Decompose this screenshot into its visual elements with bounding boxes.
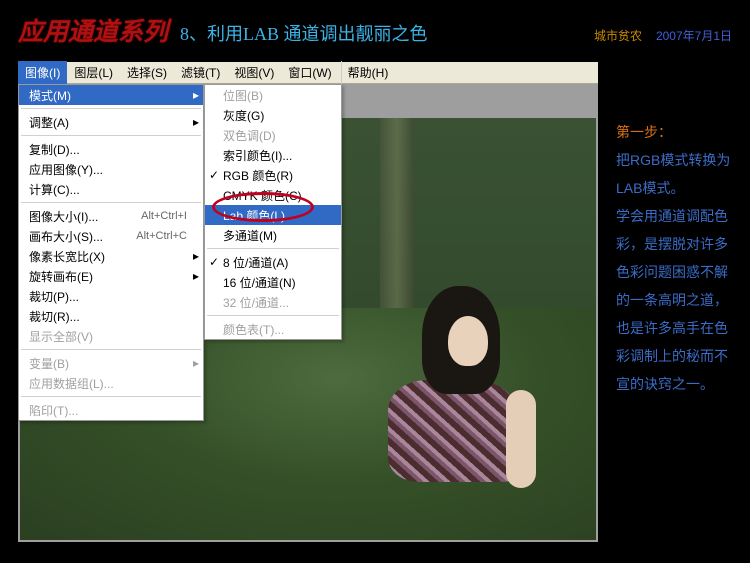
- menu-item[interactable]: 计算(C)...: [19, 179, 203, 199]
- date: 2007年7月1日: [656, 27, 732, 44]
- menu-image[interactable]: 图像(I): [18, 61, 67, 84]
- mode-item[interactable]: 16 位/通道(N): [205, 272, 341, 292]
- chevron-right-icon: ▸: [193, 356, 199, 370]
- step-label: 第一步：: [616, 118, 732, 146]
- lesson-title: 8、利用LAB 通道调出靓丽之色: [180, 20, 428, 46]
- chevron-right-icon: ▸: [193, 88, 199, 102]
- menu-item[interactable]: 旋转画布(E)▸: [19, 266, 203, 286]
- menu-item: 显示全部(V): [19, 326, 203, 346]
- menu-item[interactable]: 图像大小(I)...Alt+Ctrl+I: [19, 206, 203, 226]
- menu-layer[interactable]: 图层(L): [67, 61, 120, 84]
- mode-item: 颜色表(T)...: [205, 319, 341, 339]
- menu-view[interactable]: 视图(V): [227, 61, 281, 84]
- mode-item[interactable]: 索引颜色(I)...: [205, 145, 341, 165]
- menu-item[interactable]: 裁切(R)...: [19, 306, 203, 326]
- author: 城市贫农: [594, 27, 642, 44]
- mode-item[interactable]: Lab 颜色(L): [205, 205, 341, 225]
- menu-image-dropdown[interactable]: 模式(M)▸ 调整(A)▸ 复制(D)...应用图像(Y)...计算(C)... 图像…: [18, 84, 204, 421]
- menu-help[interactable]: 帮助(H): [341, 61, 396, 84]
- menu-item[interactable]: 复制(D)...: [19, 139, 203, 159]
- menu-item[interactable]: 画布大小(S)...Alt+Ctrl+C: [19, 226, 203, 246]
- check-icon: ✓: [209, 255, 219, 269]
- series-title: 应用通道系列: [18, 12, 168, 48]
- menu-mode-flyout[interactable]: 位图(B)灰度(G)双色调(D)索引颜色(I)...✓RGB 颜色(R)CMYK…: [204, 84, 342, 340]
- figure-arm: [506, 390, 536, 488]
- mode-item[interactable]: 灰度(G): [205, 105, 341, 125]
- mode-item[interactable]: 多通道(M): [205, 225, 341, 245]
- menu-item[interactable]: 像素长宽比(X)▸: [19, 246, 203, 266]
- mode-item: 32 位/通道...: [205, 292, 341, 312]
- page-header: 应用通道系列 8、利用LAB 通道调出靓丽之色 城市贫农 2007年7月1日: [0, 0, 750, 52]
- menu-window[interactable]: 窗口(W): [281, 61, 338, 84]
- menu-item[interactable]: 调整(A)▸: [19, 112, 203, 132]
- mode-item[interactable]: ✓8 位/通道(A): [205, 252, 341, 272]
- menu-item: 应用数据组(L)...: [19, 373, 203, 393]
- photoshop-window: 图像(I) 图层(L) 选择(S) 滤镜(T) 视图(V) 窗口(W) 帮助(H…: [18, 62, 598, 542]
- check-icon: ✓: [209, 168, 219, 182]
- mode-item[interactable]: CMYK 颜色(C): [205, 185, 341, 205]
- menu-item: 陷印(T)...: [19, 400, 203, 420]
- menu-item[interactable]: 应用图像(Y)...: [19, 159, 203, 179]
- mode-item: 双色调(D): [205, 125, 341, 145]
- chevron-right-icon: ▸: [193, 115, 199, 129]
- menubar[interactable]: 图像(I) 图层(L) 选择(S) 滤镜(T) 视图(V) 窗口(W) 帮助(H…: [18, 62, 598, 84]
- menu-select[interactable]: 选择(S): [120, 61, 174, 84]
- figure-body: [388, 380, 518, 482]
- caption-sidebar: 第一步： 把RGB模式转换为LAB模式。学会用通道调配色彩，是摆脱对许多色彩问题…: [616, 118, 732, 398]
- chevron-right-icon: ▸: [193, 249, 199, 263]
- menu-filter[interactable]: 滤镜(T): [174, 61, 227, 84]
- figure-face: [448, 316, 488, 366]
- menu-item[interactable]: 裁切(P)...: [19, 286, 203, 306]
- chevron-right-icon: ▸: [193, 269, 199, 283]
- figure: [366, 272, 546, 492]
- mode-item[interactable]: ✓RGB 颜色(R): [205, 165, 341, 185]
- menu-item[interactable]: 模式(M)▸: [19, 85, 203, 105]
- mode-item: 位图(B): [205, 85, 341, 105]
- step-body: 把RGB模式转换为LAB模式。学会用通道调配色彩，是摆脱对许多色彩问题困惑不解的…: [616, 146, 732, 398]
- menu-item: 变量(B)▸: [19, 353, 203, 373]
